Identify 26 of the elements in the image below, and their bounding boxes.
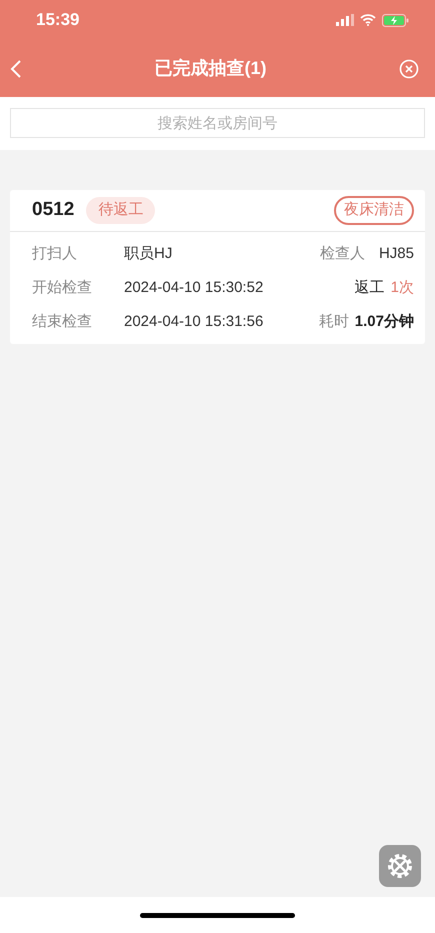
room-number: 0512 [32, 198, 74, 222]
field-label: 返工 [354, 278, 385, 298]
page-title: 已完成抽查(1) [154, 57, 266, 80]
field-value: 2024-04-10 15:30:52 [124, 278, 264, 298]
search-field[interactable]: 搜索姓名或房间号 [10, 108, 425, 138]
task-type-tag: 夜床清洁 [334, 196, 414, 225]
record-card[interactable]: 0512 待返工 夜床清洁 打扫人 职员HJ 检查人 HJ85 开始检查 2024-04-10 15:30:52 返工 1次 结束检查 2024-04-10 15:31:56 耗时 1.07分钟 [10, 190, 425, 344]
field-label: 打扫人 [32, 244, 78, 264]
field-label: 耗时 [318, 312, 349, 332]
field-value: 职员HJ [124, 244, 172, 264]
battery-icon [382, 14, 409, 26]
settings-button[interactable] [379, 845, 421, 887]
back-icon[interactable] [10, 58, 22, 78]
close-icon[interactable] [399, 58, 419, 78]
field-value: 2024-04-10 15:31:56 [124, 312, 264, 332]
field-label: 结束检查 [32, 312, 93, 332]
rework-count: 1次 [390, 278, 414, 298]
field-label: 开始检查 [32, 278, 93, 298]
field-label: 检查人 [320, 244, 365, 264]
status-time: 15:39 [36, 9, 80, 32]
tools-gear-icon [385, 851, 415, 881]
signal-icon [336, 14, 354, 26]
status-tag: 待返工 [86, 197, 156, 224]
field-value: 1.07分钟 [354, 312, 414, 332]
field-value: HJ85 [378, 244, 414, 264]
wifi-icon [360, 14, 376, 26]
